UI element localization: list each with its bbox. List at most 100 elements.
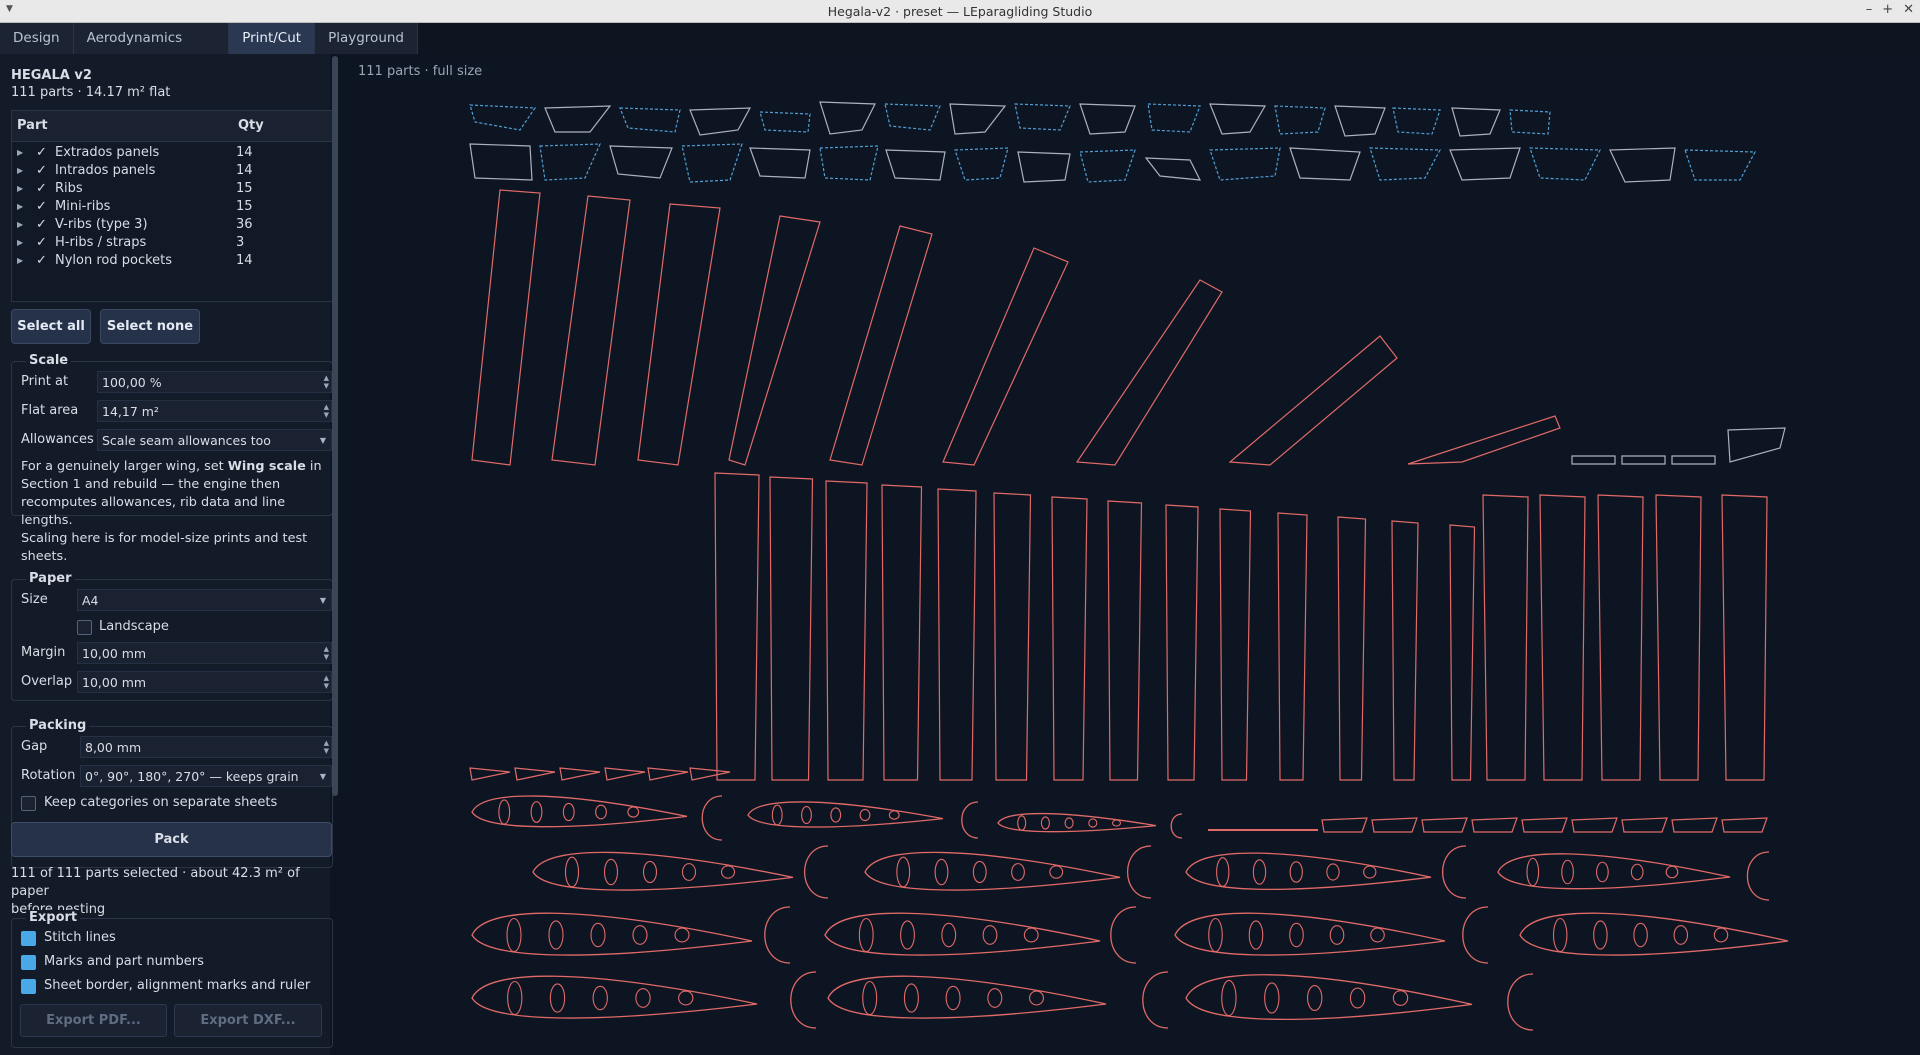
- column-part[interactable]: Part: [17, 111, 48, 141]
- export-dxf-button[interactable]: Export DXF...: [174, 1004, 322, 1037]
- parts-tree-row[interactable]: ▶ ✓ Nylon rod pockets 14: [12, 252, 332, 270]
- rib-hole: [1248, 920, 1264, 950]
- expand-arrow-icon[interactable]: ▶: [17, 162, 23, 180]
- print-at-field[interactable]: 100,00 % ▲ ▼: [97, 371, 332, 393]
- scale-title: Scale: [26, 353, 72, 368]
- parts-tree-row[interactable]: ▶ ✓ Ribs 15: [12, 180, 332, 198]
- intrados-panel: [769, 476, 814, 781]
- panel-shape: [749, 147, 811, 179]
- check-icon[interactable]: ✓: [36, 252, 47, 270]
- expand-arrow-icon[interactable]: ▶: [17, 198, 23, 216]
- rib-hole: [1306, 984, 1323, 1012]
- marks-checkbox[interactable]: [21, 955, 36, 970]
- maximize-icon[interactable]: +: [1882, 2, 1893, 17]
- minimize-icon[interactable]: –: [1866, 2, 1873, 17]
- size-label: Size: [21, 592, 48, 607]
- rib-hole: [506, 917, 522, 953]
- mini-triangle: [514, 767, 556, 781]
- flat-area-field[interactable]: 14,17 m² ▲ ▼: [97, 400, 332, 422]
- margin-field[interactable]: 10,00 mm ▲ ▼: [77, 642, 332, 664]
- rib-hole: [1349, 987, 1366, 1009]
- tab-print-cut[interactable]: Print/Cut: [229, 23, 316, 54]
- nesting-canvas[interactable]: 111 parts · full size: [340, 54, 1920, 1055]
- separate-sheets-checkbox[interactable]: [21, 796, 36, 811]
- allowances-select[interactable]: Scale seam allowances too ▼: [97, 429, 332, 451]
- stitch-lines-checkbox[interactable]: [21, 931, 36, 946]
- panel-shape: [1289, 147, 1361, 181]
- spinner-icon[interactable]: ▲ ▼: [324, 403, 329, 419]
- landscape-label: Landscape: [99, 619, 169, 634]
- part-qty: 14: [236, 253, 253, 268]
- tab-aerodynamics[interactable]: Aerodynamics (XFLR5): [74, 23, 230, 77]
- intrados-panel: [1449, 524, 1476, 781]
- rib-hole: [1064, 817, 1074, 829]
- expand-arrow-icon[interactable]: ▶: [17, 234, 23, 252]
- check-icon[interactable]: ✓: [36, 180, 47, 198]
- sidebar-scrollbar[interactable]: [332, 56, 338, 796]
- paper-size-select[interactable]: A4 ▼: [77, 589, 332, 611]
- rib-hole: [1526, 857, 1540, 887]
- panel-shape: [544, 105, 612, 133]
- rib-hole: [681, 863, 697, 881]
- intrados-panel: [1391, 520, 1419, 781]
- panel-shape: [819, 101, 876, 135]
- overlap-field[interactable]: 10,00 mm ▲ ▼: [77, 671, 332, 693]
- expand-arrow-icon[interactable]: ▶: [17, 216, 23, 234]
- rib-hole: [678, 990, 694, 1006]
- check-icon[interactable]: ✓: [36, 198, 47, 216]
- mini-triangle: [689, 767, 731, 781]
- panel-shape: [619, 107, 681, 133]
- main-tabs: Design Aerodynamics (XFLR5) Print/Cut Pl…: [0, 23, 418, 77]
- rib-hole: [888, 810, 900, 820]
- part-name: Nylon rod pockets: [55, 253, 173, 268]
- export-pdf-button[interactable]: Export PDF...: [20, 1004, 167, 1037]
- vrib-hook: [1442, 845, 1467, 899]
- packing-title: Packing: [26, 718, 90, 733]
- parts-tree-row[interactable]: ▶ ✓ Mini-ribs 15: [12, 198, 332, 216]
- check-icon[interactable]: ✓: [36, 234, 47, 252]
- rib-hole: [627, 806, 640, 818]
- expand-arrow-icon[interactable]: ▶: [17, 252, 23, 270]
- rib-hole: [1289, 922, 1304, 948]
- gap-field[interactable]: 8,00 mm ▲ ▼: [80, 736, 332, 758]
- separate-sheets-label: Keep categories on separate sheets: [44, 795, 278, 810]
- expand-arrow-icon[interactable]: ▶: [17, 144, 23, 162]
- rib-hole: [934, 858, 949, 886]
- scale-note-text: Scaling here is for model-size prints an…: [21, 531, 308, 546]
- chevron-down-icon: ▼: [319, 436, 326, 445]
- tab-playground[interactable]: Playground: [315, 23, 418, 54]
- margin-value: 10,00 mm: [82, 646, 147, 661]
- select-none-button[interactable]: Select none: [100, 309, 200, 344]
- check-icon[interactable]: ✓: [36, 144, 47, 162]
- check-icon[interactable]: ✓: [36, 216, 47, 234]
- rotation-select[interactable]: 0°, 90°, 180°, 270° — keeps grain ▼: [80, 765, 332, 787]
- intrados-panel: [993, 492, 1032, 781]
- spinner-icon[interactable]: ▲ ▼: [324, 674, 329, 690]
- mini-triangle: [1371, 817, 1418, 833]
- scale-note-text: recomputes allowances, rib data and line…: [21, 495, 286, 528]
- parts-tree-row[interactable]: ▶ ✓ Intrados panels 14: [12, 162, 332, 180]
- parts-tree-row[interactable]: ▶ ✓ H-ribs / straps 3: [12, 234, 332, 252]
- column-qty[interactable]: Qty: [238, 111, 264, 141]
- parts-tree: Part Qty ▶ ✓ Extrados panels 14 ▶ ✓ Intrados p…: [11, 110, 333, 302]
- spinner-icon[interactable]: ▲ ▼: [324, 739, 329, 755]
- select-all-button[interactable]: Select all: [11, 309, 91, 344]
- sheet-border-checkbox[interactable]: [21, 979, 36, 994]
- parts-tree-row[interactable]: ▶ ✓ Extrados panels 14: [12, 144, 332, 162]
- spinner-icon[interactable]: ▲ ▼: [324, 374, 329, 390]
- parts-tree-row[interactable]: ▶ ✓ V-ribs (type 3) 36: [12, 216, 332, 234]
- check-icon[interactable]: ✓: [36, 162, 47, 180]
- vrib-hook: [790, 971, 817, 1029]
- panel-shape: [689, 107, 752, 136]
- rotation-value: 0°, 90°, 180°, 270° — keeps grain: [85, 769, 299, 784]
- rib-hole: [1023, 927, 1039, 943]
- vrib-hook: [1110, 906, 1137, 964]
- expand-arrow-icon[interactable]: ▶: [17, 180, 23, 198]
- close-icon[interactable]: ✕: [1903, 2, 1914, 17]
- landscape-checkbox[interactable]: [77, 620, 92, 635]
- parts-layout: [469, 101, 1789, 1031]
- tab-design[interactable]: Design: [0, 23, 74, 54]
- spinner-icon[interactable]: ▲ ▼: [324, 645, 329, 661]
- pack-button[interactable]: Pack: [11, 822, 332, 857]
- scale-note-text: in: [305, 459, 322, 474]
